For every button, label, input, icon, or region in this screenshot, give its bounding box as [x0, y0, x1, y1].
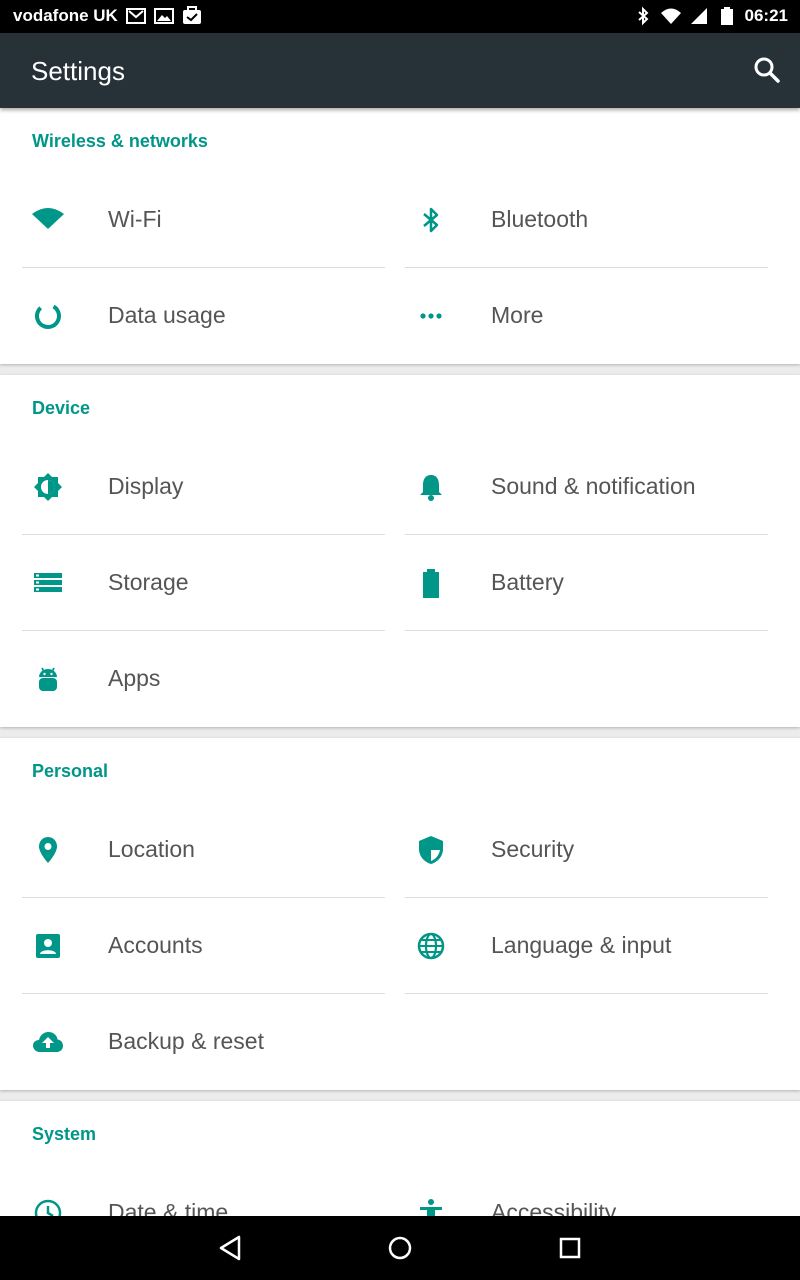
section-personal: Personal Location Security Accounts Lang… [0, 738, 800, 1090]
setting-label: Accounts [108, 932, 203, 958]
setting-display[interactable]: Display [22, 439, 385, 535]
search-icon[interactable] [752, 55, 782, 85]
section-system: System Date & time Accessibility [0, 1101, 800, 1216]
setting-label: Bluetooth [491, 206, 589, 232]
cloud-upload-icon [33, 1032, 63, 1052]
setting-label: Sound & notification [491, 473, 696, 499]
display-icon [34, 473, 62, 501]
image-notification-icon [153, 8, 174, 24]
section-wireless-networks: Wireless & networks Wi-Fi Bluetooth Data… [0, 108, 800, 364]
setting-language-input[interactable]: Language & input [405, 898, 768, 994]
setting-date-time[interactable]: Date & time [22, 1165, 385, 1216]
globe-icon [417, 932, 445, 960]
bell-icon [420, 475, 442, 501]
data-usage-icon [35, 303, 61, 329]
divider [405, 993, 768, 994]
location-icon [39, 837, 57, 863]
page-title: Settings [31, 56, 125, 86]
back-icon[interactable] [212, 1230, 248, 1266]
app-toolbar: Settings [0, 33, 800, 108]
setting-wifi[interactable]: Wi-Fi [22, 172, 385, 268]
section-title-device: Device [32, 398, 91, 418]
storage-icon [34, 573, 62, 592]
more-icon [420, 313, 442, 319]
setting-label: Security [491, 836, 575, 862]
setting-accessibility[interactable]: Accessibility [405, 1165, 768, 1216]
battery-icon [423, 569, 439, 598]
bluetooth-icon [423, 207, 439, 233]
setting-label: Location [108, 836, 195, 862]
android-icon [39, 667, 57, 691]
setting-label: More [491, 302, 544, 328]
recents-icon[interactable] [552, 1230, 588, 1266]
carrier-name: vodafone UK [13, 6, 118, 25]
status-time: 06:21 [744, 6, 788, 25]
wifi-status-icon [660, 8, 681, 24]
setting-apps[interactable]: Apps [22, 631, 385, 727]
setting-location[interactable]: Location [22, 802, 385, 898]
account-icon [36, 934, 60, 958]
setting-label: Backup & reset [108, 1028, 264, 1054]
setting-label: Language & input [491, 932, 672, 958]
setting-label: Date & time [108, 1199, 229, 1216]
setting-label: Display [108, 473, 184, 499]
setting-label: Apps [108, 665, 161, 691]
navigation-bar [0, 1216, 800, 1280]
setting-data-usage[interactable]: Data usage [22, 268, 385, 364]
setting-storage[interactable]: Storage [22, 535, 385, 631]
setting-bluetooth[interactable]: Bluetooth [405, 172, 768, 268]
setting-security[interactable]: Security [405, 802, 768, 898]
divider [405, 630, 768, 631]
setting-label: Data usage [108, 302, 226, 328]
setting-label: Storage [108, 569, 189, 595]
setting-sound-notification[interactable]: Sound & notification [405, 439, 768, 535]
bluetooth-status-icon [637, 6, 648, 26]
wifi-icon [32, 208, 64, 229]
setting-label: Battery [491, 569, 564, 595]
shield-icon [419, 836, 443, 864]
accessibility-icon [420, 1199, 442, 1216]
setting-label: Wi-Fi [108, 206, 162, 232]
task-notification-icon [182, 6, 201, 24]
section-title-wireless: Wireless & networks [32, 131, 208, 151]
setting-label: Accessibility [491, 1199, 617, 1216]
section-device: Device Display Sound & notification Stor… [0, 375, 800, 727]
battery-status-icon [720, 7, 733, 25]
status-bar: vodafone UK 06:21 [0, 0, 800, 33]
section-title-system: System [32, 1124, 97, 1144]
settings-list[interactable]: Wireless & networks Wi-Fi Bluetooth Data… [0, 108, 800, 1216]
section-title-personal: Personal [32, 761, 109, 781]
setting-accounts[interactable]: Accounts [22, 898, 385, 994]
setting-backup-reset[interactable]: Backup & reset [22, 994, 385, 1090]
home-icon[interactable] [382, 1230, 418, 1266]
gmail-notification-icon [125, 8, 146, 24]
setting-battery[interactable]: Battery [405, 535, 768, 631]
setting-more[interactable]: More [405, 268, 768, 364]
clock-icon [34, 1199, 62, 1216]
cell-signal-icon [690, 8, 707, 24]
